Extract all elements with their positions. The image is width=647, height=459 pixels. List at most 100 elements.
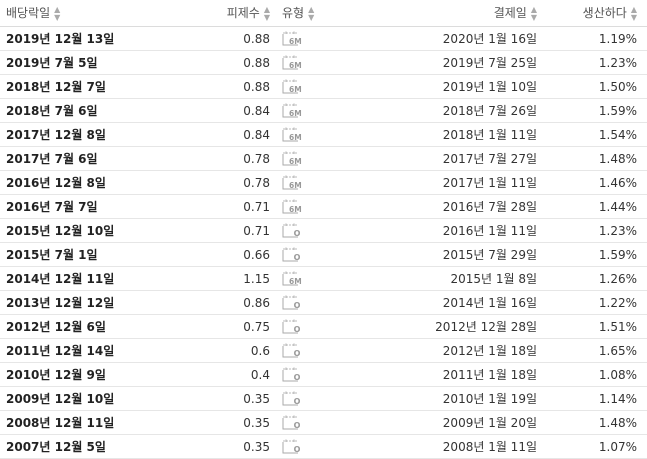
pay-date-cell: 2015년 1월 8일 <box>352 266 543 291</box>
type-label: 6M <box>289 277 302 286</box>
pay-date-cell: 2011년 1월 18일 <box>352 362 543 387</box>
pay-date-cell: 2008년 1월 11일 <box>352 434 543 459</box>
pay-date-cell: 2015년 7월 29일 <box>352 242 543 267</box>
yield-cell: 1.07% <box>543 434 647 459</box>
calendar-icon: 6M <box>282 79 304 94</box>
amount-cell: 0.35 <box>200 386 276 411</box>
yield-cell: 1.19% <box>543 26 647 51</box>
type-cell: 6M <box>276 122 352 147</box>
type-cell: O <box>276 218 352 243</box>
pay-date-cell: 2019년 7월 25일 <box>352 50 543 75</box>
type-cell: 6M <box>276 194 352 219</box>
pay-date-cell: 2019년 1월 10일 <box>352 74 543 99</box>
yield-cell: 1.48% <box>543 146 647 171</box>
calendar-icon: 6M <box>282 271 304 286</box>
sort-arrows-icon[interactable]: ▲ ▼ <box>308 5 314 22</box>
ex-date-cell: 2011년 12월 14일 <box>0 338 200 363</box>
table-row: 2017년 12월 8일 0.84 6M 2018년 1월 11일 1.54% <box>0 122 647 147</box>
header-pay-date[interactable]: 결제일 ▲ ▼ <box>352 0 543 27</box>
type-cell: O <box>276 338 352 363</box>
yield-cell: 1.50% <box>543 74 647 99</box>
amount-cell: 0.6 <box>200 338 276 363</box>
amount-cell: 0.84 <box>200 98 276 123</box>
table-row: 2014년 12월 11일 1.15 6M 2015년 1월 8일 1.26% <box>0 266 647 291</box>
ex-date-cell: 2014년 12월 11일 <box>0 266 200 291</box>
ex-date-cell: 2017년 12월 8일 <box>0 122 200 147</box>
sort-arrows-icon[interactable]: ▲ ▼ <box>531 5 537 22</box>
header-row: 배당락일 ▲ ▼ 피제수 ▲ ▼ 유형 ▲ ▼ 결제일 ▲ ▼ 생산하다 ▲ ▼ <box>0 0 647 27</box>
header-ex-date-label: 배당락일 <box>6 6 51 21</box>
table-row: 2018년 12월 7일 0.88 6M 2019년 1월 10일 1.50% <box>0 74 647 99</box>
amount-cell: 1.15 <box>200 266 276 291</box>
type-label: O <box>294 445 301 454</box>
sort-arrows-icon[interactable]: ▲ ▼ <box>631 5 637 22</box>
ex-date-cell: 2016년 7월 7일 <box>0 194 200 219</box>
type-label: 6M <box>289 37 302 46</box>
calendar-icon: 6M <box>282 31 304 46</box>
table-row: 2019년 7월 5일 0.88 6M 2019년 7월 25일 1.23% <box>0 50 647 75</box>
table-row: 2015년 12월 10일 0.71 O 2016년 1월 11일 1.23% <box>0 218 647 243</box>
type-cell: O <box>276 290 352 315</box>
yield-cell: 1.59% <box>543 242 647 267</box>
header-type[interactable]: 유형 ▲ ▼ <box>276 0 352 27</box>
pay-date-cell: 2018년 1월 11일 <box>352 122 543 147</box>
header-amount-label: 피제수 <box>226 6 260 21</box>
amount-cell: 0.66 <box>200 242 276 267</box>
type-cell: 6M <box>276 26 352 51</box>
table-row: 2015년 7월 1일 0.66 O 2015년 7월 29일 1.59% <box>0 242 647 267</box>
table-row: 2016년 12월 8일 0.78 6M 2017년 1월 11일 1.46% <box>0 170 647 195</box>
header-pay-date-label: 결제일 <box>493 6 527 21</box>
type-label: 6M <box>289 157 302 166</box>
header-amount[interactable]: 피제수 ▲ ▼ <box>200 0 276 27</box>
calendar-icon: O <box>282 343 304 358</box>
type-label: O <box>294 229 301 238</box>
type-cell: O <box>276 410 352 435</box>
header-yield-label: 생산하다 <box>582 6 627 21</box>
amount-cell: 0.88 <box>200 74 276 99</box>
calendar-icon: O <box>282 223 304 238</box>
table-row: 2007년 12월 5일 0.35 O 2008년 1월 11일 1.07% <box>0 434 647 459</box>
type-cell: 6M <box>276 170 352 195</box>
pay-date-cell: 2017년 7월 27일 <box>352 146 543 171</box>
type-label: O <box>294 301 301 310</box>
type-label: O <box>294 349 301 358</box>
sort-arrows-icon[interactable]: ▲ ▼ <box>54 5 60 22</box>
type-cell: 6M <box>276 74 352 99</box>
type-label: 6M <box>289 85 302 94</box>
amount-cell: 0.71 <box>200 194 276 219</box>
ex-date-cell: 2015년 12월 10일 <box>0 218 200 243</box>
pay-date-cell: 2018년 7월 26일 <box>352 98 543 123</box>
sort-arrows-icon[interactable]: ▲ ▼ <box>264 5 270 22</box>
calendar-icon: 6M <box>282 199 304 214</box>
dividend-history-table: 배당락일 ▲ ▼ 피제수 ▲ ▼ 유형 ▲ ▼ 결제일 ▲ ▼ 생산하다 ▲ ▼ 2019년 12월… <box>0 0 647 459</box>
header-ex-date[interactable]: 배당락일 ▲ ▼ <box>0 0 200 27</box>
header-yield[interactable]: 생산하다 ▲ ▼ <box>543 0 647 27</box>
calendar-icon: O <box>282 367 304 382</box>
type-cell: 6M <box>276 266 352 291</box>
ex-date-cell: 2009년 12월 10일 <box>0 386 200 411</box>
type-cell: O <box>276 314 352 339</box>
type-label: O <box>294 421 301 430</box>
yield-cell: 1.22% <box>543 290 647 315</box>
table-row: 2009년 12월 10일 0.35 O 2010년 1월 19일 1.14% <box>0 386 647 411</box>
yield-cell: 1.65% <box>543 338 647 363</box>
pay-date-cell: 2014년 1월 16일 <box>352 290 543 315</box>
header-type-label: 유형 <box>282 6 305 21</box>
table-row: 2012년 12월 6일 0.75 O 2012년 12월 28일 1.51% <box>0 314 647 339</box>
type-cell: O <box>276 386 352 411</box>
yield-cell: 1.54% <box>543 122 647 147</box>
type-label: O <box>294 325 301 334</box>
type-label: 6M <box>289 133 302 142</box>
amount-cell: 0.71 <box>200 218 276 243</box>
amount-cell: 0.88 <box>200 50 276 75</box>
yield-cell: 1.14% <box>543 386 647 411</box>
calendar-icon: 6M <box>282 175 304 190</box>
yield-cell: 1.26% <box>543 266 647 291</box>
yield-cell: 1.46% <box>543 170 647 195</box>
pay-date-cell: 2009년 1월 20일 <box>352 410 543 435</box>
type-label: O <box>294 253 301 262</box>
table-row: 2011년 12월 14일 0.6 O 2012년 1월 18일 1.65% <box>0 338 647 363</box>
type-label: 6M <box>289 205 302 214</box>
table-row: 2008년 12월 11일 0.35 O 2009년 1월 20일 1.48% <box>0 410 647 435</box>
calendar-icon: O <box>282 295 304 310</box>
